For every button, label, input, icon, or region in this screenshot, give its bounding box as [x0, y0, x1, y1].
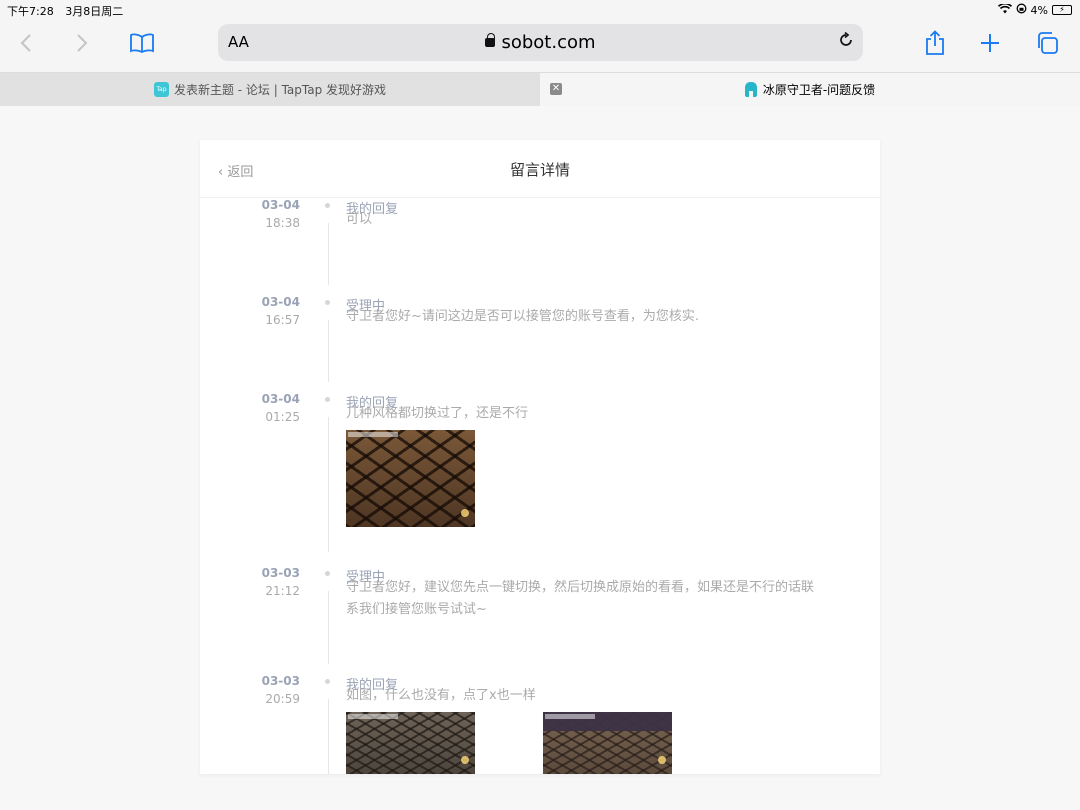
screenshot-image[interactable]: [346, 712, 475, 774]
entry-time: 16:57: [265, 313, 300, 327]
battery-icon: ⚡: [1052, 5, 1072, 15]
timeline-dot: [325, 203, 330, 208]
domain-text: sobot.com: [501, 32, 596, 53]
game-hud-bar: [545, 714, 595, 719]
reload-icon[interactable]: [837, 31, 855, 54]
game-joystick-icon: [461, 756, 469, 764]
address-bar[interactable]: AA sobot.com: [218, 24, 863, 61]
bookmarks-icon[interactable]: [124, 28, 160, 58]
game-joystick-icon: [658, 756, 666, 764]
entry-message: 守卫者您好~请问这边是否可以接管您的账号查看，为您核实.: [346, 309, 700, 324]
game-joystick-icon: [461, 509, 469, 517]
battery-percent: 4%: [1030, 3, 1048, 17]
game-hud-bar: [348, 432, 398, 437]
entry-time: 18:38: [265, 216, 300, 230]
forward-arrow-icon[interactable]: [64, 28, 100, 58]
entry-message: 几种风格都切换过了，还是不行: [346, 406, 529, 421]
tabs-overview-icon[interactable]: [1029, 28, 1065, 58]
timeline-dot: [325, 397, 330, 402]
page-content: ‹ 返回 留言详情 03-04 18:38 我的回复 可以 03-04 16:5…: [0, 106, 1080, 810]
timeline-line: [328, 591, 329, 664]
message-detail-card: ‹ 返回 留言详情 03-04 18:38 我的回复 可以 03-04 16:5…: [200, 140, 880, 774]
orientation-lock-icon: [1016, 3, 1027, 17]
tab-taptap-forum[interactable]: Tap 发表新主题 - 论坛 | TapTap 发现好游戏: [0, 73, 540, 106]
timeline-line: [328, 699, 329, 774]
game-hud-bar: [348, 714, 398, 719]
status-date: 3月8日周二: [65, 5, 124, 18]
entry-date: 03-04: [261, 198, 300, 212]
tab-bar: Tap 发表新主题 - 论坛 | TapTap 发现好游戏 ✕ 冰原守卫者-问题…: [0, 72, 1080, 106]
timeline-line: [328, 223, 329, 285]
new-tab-icon[interactable]: [972, 28, 1008, 58]
entry-date: 03-03: [261, 566, 300, 580]
screenshot-image[interactable]: [346, 430, 475, 527]
timeline-dot: [325, 679, 330, 684]
tab-label: 发表新主题 - 论坛 | TapTap 发现好游戏: [173, 83, 387, 97]
entry-date: 03-03: [261, 674, 300, 688]
share-icon[interactable]: [917, 28, 953, 58]
close-tab-icon[interactable]: ✕: [550, 83, 562, 95]
page-title: 留言详情: [509, 161, 570, 179]
card-header: ‹ 返回 留言详情: [200, 140, 880, 198]
timeline-line: [328, 417, 329, 552]
tab-label: 冰原守卫者-问题反馈: [762, 83, 876, 97]
timeline-dot: [325, 571, 330, 576]
screenshot-image[interactable]: [543, 712, 672, 774]
entry-message: 如图，什么也没有，点了x也一样: [346, 688, 536, 703]
entry-time: 20:59: [265, 692, 300, 706]
tab-feedback[interactable]: ✕ 冰原守卫者-问题反馈: [540, 73, 1080, 106]
entry-date: 03-04: [261, 392, 300, 406]
entry-time: 01:25: [265, 410, 300, 424]
message-timeline[interactable]: 03-04 18:38 我的回复 可以 03-04 16:57 受理中 守卫者您…: [200, 198, 880, 774]
entry-date: 03-04: [261, 295, 300, 309]
entry-message: 守卫者您好，建议您先点一键切换，然后切换成原始的看看，如果还是不行的话联系我们接…: [346, 580, 815, 617]
status-time: 下午7:28: [7, 5, 54, 18]
timeline-dot: [325, 300, 330, 305]
timeline-line: [328, 320, 329, 382]
taptap-favicon-icon: Tap: [153, 82, 169, 97]
back-arrow-icon[interactable]: [8, 28, 44, 58]
status-bar: 下午7:28 3月8日周二 4% ⚡: [0, 0, 1080, 20]
lock-icon: [485, 33, 496, 47]
tooth-favicon-icon: [744, 82, 757, 97]
browser-toolbar: AA sobot.com: [0, 20, 1080, 72]
entry-time: 21:12: [265, 584, 300, 598]
wifi-icon: [997, 2, 1012, 17]
url-domain[interactable]: sobot.com: [218, 32, 863, 53]
entry-message: 可以: [346, 212, 373, 227]
